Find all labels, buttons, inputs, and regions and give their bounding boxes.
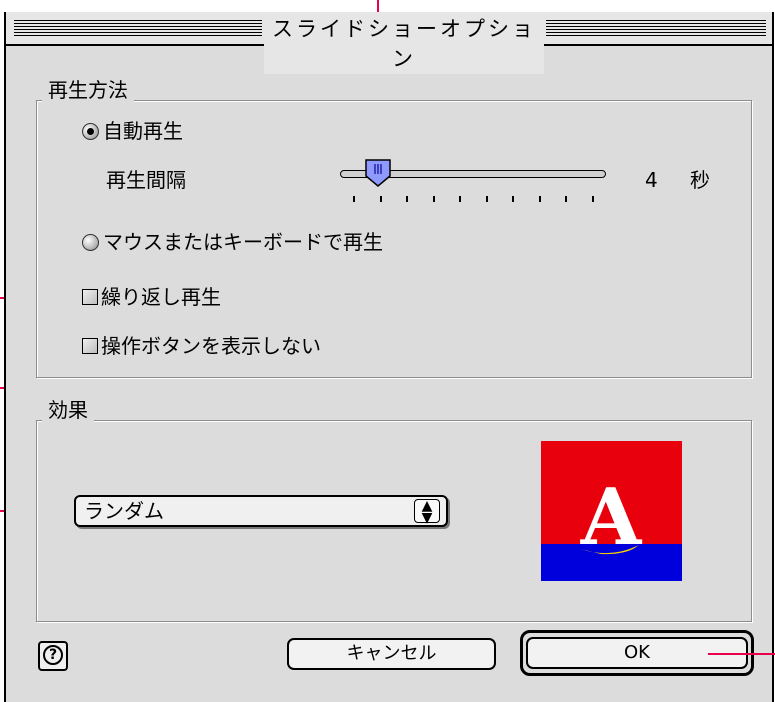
hide-buttons-checkbox[interactable] xyxy=(82,338,98,354)
slider-tick xyxy=(512,196,514,202)
help-button[interactable]: ? xyxy=(38,641,68,671)
cancel-button[interactable]: キャンセル xyxy=(287,638,496,670)
effect-select[interactable]: ランダム ▲ ▼ xyxy=(74,495,448,527)
slider-tick xyxy=(459,196,461,202)
interval-value: 4 xyxy=(645,168,658,192)
callout-line-ok xyxy=(708,653,775,655)
manual-play-label[interactable]: マウスまたはキーボードで再生 xyxy=(103,229,383,255)
repeat-label[interactable]: 繰り返し再生 xyxy=(101,284,221,310)
slider-tick xyxy=(406,196,408,202)
effect-group-label: 効果 xyxy=(42,398,94,422)
slider-tick xyxy=(432,196,435,202)
auto-play-label[interactable]: 自動再生 xyxy=(103,118,183,144)
interval-unit: 秒 xyxy=(690,168,710,192)
title-bar-stripes xyxy=(14,20,262,37)
interval-label: 再生間隔 xyxy=(106,168,186,192)
preview-letter: A xyxy=(580,472,643,563)
slider-tick xyxy=(538,196,541,202)
slider-tick xyxy=(379,196,382,202)
effect-preview-image: A xyxy=(541,441,682,581)
slider-tick xyxy=(485,196,488,202)
repeat-checkbox[interactable] xyxy=(82,289,98,305)
interval-slider-thumb[interactable] xyxy=(364,158,392,188)
playback-group-label: 再生方法 xyxy=(42,78,134,102)
manual-play-radio[interactable] xyxy=(82,234,99,251)
hide-buttons-label[interactable]: 操作ボタンを表示しない xyxy=(101,333,321,359)
auto-play-radio[interactable] xyxy=(82,123,99,140)
title-bar[interactable]: スライドショーオプション xyxy=(6,12,772,74)
title-bar-stripes xyxy=(546,20,766,37)
slider-tick xyxy=(353,196,355,202)
slider-tick xyxy=(565,196,567,202)
question-mark-icon: ? xyxy=(43,645,63,665)
effect-select-value: ランダム xyxy=(84,499,164,523)
window-title: スライドショーオプション xyxy=(264,14,544,74)
slider-tick xyxy=(591,196,594,202)
up-down-arrows-icon: ▲ ▼ xyxy=(414,499,440,525)
